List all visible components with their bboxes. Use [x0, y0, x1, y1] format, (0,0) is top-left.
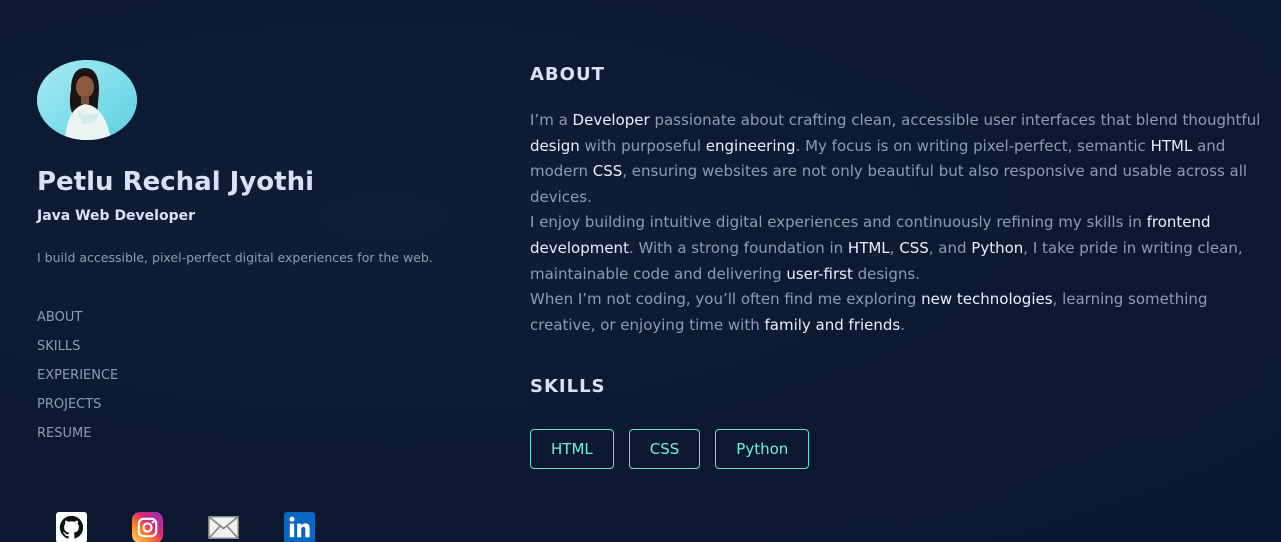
about-paragraph: I enjoy building intuitive digital exper…	[530, 210, 1270, 287]
instagram-icon[interactable]	[132, 512, 163, 542]
highlight: family and friends	[764, 315, 901, 334]
text-run: .	[900, 315, 906, 334]
about-paragraph: I’m a Developer passionate about craftin…	[530, 108, 1270, 210]
github-icon[interactable]	[56, 512, 87, 542]
text-run: with purposeful	[579, 136, 706, 155]
about-text: I’m a Developer passionate about craftin…	[530, 108, 1270, 338]
nav-item-projects[interactable]: PROJECTS	[37, 397, 118, 426]
text-run: , ensuring websites are not only beautif…	[530, 162, 1248, 206]
about-paragraph: When I’m not coding, you’ll often find m…	[530, 287, 1270, 338]
mail-icon[interactable]	[208, 512, 239, 542]
nav-item-about[interactable]: ABOUT	[37, 310, 118, 339]
about-heading: ABOUT	[530, 64, 605, 85]
highlight: CSS	[592, 162, 623, 181]
section-nav: ABOUT SKILLS EXPERIENCE PROJECTS RESUME	[37, 310, 118, 455]
profile-name: Petlu Rechal Jyothi	[37, 167, 315, 197]
nav-item-experience[interactable]: EXPERIENCE	[37, 368, 118, 397]
highlight: HTML	[1150, 136, 1193, 155]
nav-item-skills[interactable]: SKILLS	[37, 339, 118, 368]
profile-tagline: I build accessible, pixel-perfect digita…	[37, 250, 433, 265]
text-run: , and	[928, 238, 972, 257]
skill-chip-python[interactable]: Python	[715, 429, 810, 469]
nav-item-resume[interactable]: RESUME	[37, 426, 118, 455]
linkedin-icon[interactable]	[284, 512, 315, 542]
profile-role: Java Web Developer	[37, 208, 196, 224]
highlight: design	[530, 136, 580, 155]
highlight: Developer	[572, 111, 650, 129]
highlight: new technologies	[921, 290, 1053, 309]
highlight: CSS	[899, 238, 929, 257]
highlight: user-first	[786, 264, 853, 283]
profile-photo	[37, 60, 137, 140]
highlight: HTML	[847, 238, 890, 257]
portfolio-page: Petlu Rechal Jyothi Java Web Developer I…	[0, 0, 1281, 542]
text-run: passionate about crafting clean, accessi…	[649, 111, 1261, 129]
skills-heading: SKILLS	[530, 376, 606, 397]
text-run: . My focus is on writing pixel-perfect, …	[795, 136, 1151, 155]
text-run: . With a strong foundation in	[628, 238, 848, 257]
skills-list: HTML CSS Python	[530, 429, 810, 469]
skill-chip-html[interactable]: HTML	[530, 429, 614, 469]
highlight: Python	[971, 238, 1024, 257]
text-run: When I’m not coding, you’ll often find m…	[530, 290, 922, 309]
text-run: I enjoy building intuitive digital exper…	[530, 213, 1147, 232]
text-run: designs.	[852, 264, 920, 283]
text-run: I’m a	[530, 111, 573, 129]
avatar	[37, 60, 137, 140]
highlight: engineering	[705, 136, 796, 155]
social-links	[56, 512, 315, 542]
skill-chip-css[interactable]: CSS	[628, 429, 701, 469]
text-run: ,	[889, 238, 900, 257]
